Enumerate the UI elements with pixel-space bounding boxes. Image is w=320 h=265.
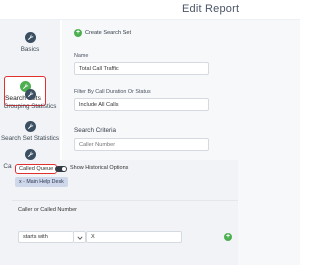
page-title: Edit Report [182,3,240,15]
plus-icon: + [74,29,82,37]
search-criteria-input[interactable] [74,138,209,151]
wrench-icon [24,89,36,100]
show-historical-label: Show Historical Options [70,165,129,171]
top-bar: Edit Report [0,0,300,20]
add-condition-button[interactable]: + [224,233,232,241]
edit-report-page: Edit Report Basics Search Sets Grouping … [0,0,300,265]
chevron-down-icon [77,236,83,240]
match-type-select[interactable]: starts with [18,231,74,243]
name-label: Name [74,53,89,59]
show-historical-toggle[interactable] [55,166,67,172]
create-search-set-label: Create Search Set [85,30,132,36]
search-criteria-title: Search Criteria [74,127,116,134]
sidebar-item-label: Basics [20,46,40,53]
sidebar-item-label: Search Set Statistics [0,135,60,142]
sidebar-item-search-set-statistics[interactable]: Search Set Statistics [0,121,60,142]
sidebar-item-label: Grouping Statistics [3,103,57,110]
sidebar-item-basics[interactable]: Basics [0,32,60,53]
wrench-icon [24,149,36,160]
queue-tag[interactable]: x - Main Help Desk [15,177,68,187]
wrench-icon [24,121,36,132]
filter-label: Filter By Call Duration Or Status [74,89,151,95]
create-search-set-button[interactable]: + Create Search Set [74,29,131,37]
wrench-icon [24,32,36,43]
caller-or-called-label: Caller or Called Number [18,207,77,213]
match-value-field[interactable] [86,231,182,243]
called-queue-chip[interactable]: Called Queue [15,164,58,174]
sidebar-item-grouping-statistics[interactable]: Grouping Statistics [0,89,60,110]
filter-field[interactable] [74,98,209,111]
name-field[interactable] [74,62,209,75]
match-type-dropdown[interactable] [74,231,86,243]
toggle-knob [62,167,66,171]
